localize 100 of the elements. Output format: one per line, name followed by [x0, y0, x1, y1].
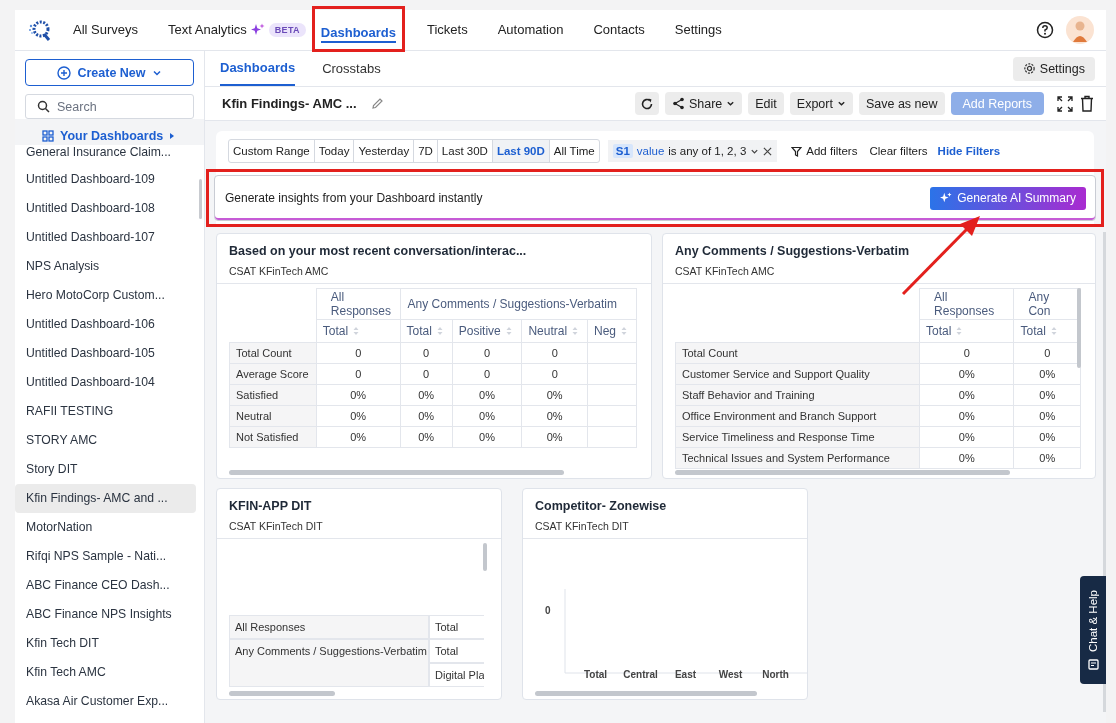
- sub-tab[interactable]: Crosstabs: [322, 51, 381, 86]
- report-subtitle: CSAT KFinTech DIT: [229, 520, 324, 532]
- save-as-new-button[interactable]: Save as new: [858, 92, 945, 115]
- scrollbar[interactable]: [535, 691, 757, 696]
- sort-icon[interactable]: [956, 326, 963, 336]
- share-button[interactable]: Share: [664, 92, 743, 115]
- column-header[interactable]: Positive: [452, 319, 522, 343]
- dashboard-item[interactable]: ABC Finance NPS Insights: [15, 600, 196, 629]
- dashboard-item[interactable]: Untitled Dashboard-104: [15, 368, 196, 397]
- table-cell: Total: [429, 639, 484, 663]
- chat-help-tab[interactable]: Chat & Help: [1080, 576, 1106, 684]
- filter-field: value: [636, 145, 665, 157]
- sort-icon[interactable]: [436, 326, 443, 336]
- sort-icon[interactable]: [621, 326, 628, 336]
- scrollbar[interactable]: [675, 470, 1010, 475]
- nav-tab[interactable]: All Surveys: [73, 10, 139, 50]
- table-cell: 0%: [919, 384, 1014, 406]
- dashboard-item[interactable]: Untitled Dashboard-108: [15, 194, 196, 223]
- generate-ai-summary-button[interactable]: Generate AI Summary: [930, 186, 1086, 210]
- create-new-button[interactable]: Create New: [25, 59, 194, 86]
- report-subtitle: CSAT KFinTech AMC: [675, 265, 776, 277]
- row-label: Office Environment and Branch Support: [675, 405, 920, 427]
- scrollbar[interactable]: [199, 179, 202, 219]
- date-range-option[interactable]: Today: [313, 140, 354, 162]
- beta-badge: BETA: [268, 23, 306, 37]
- dashboard-item[interactable]: NPS Analysis: [15, 252, 196, 281]
- dashboard-item[interactable]: Akasa Air Customer Exp...: [15, 687, 196, 716]
- nav-tab[interactable]: Text Analytics: [168, 10, 247, 50]
- sub-tab[interactable]: Dashboards: [220, 51, 296, 86]
- scrollbar[interactable]: [483, 543, 487, 571]
- share-icon: [671, 97, 685, 110]
- row-label: Average Score: [229, 363, 317, 385]
- column-header[interactable]: Total: [919, 319, 1014, 343]
- dashboard-item[interactable]: Rifqi NPS Sample - Nati...: [15, 542, 196, 571]
- nav-tab[interactable]: Automation: [497, 10, 564, 50]
- nav-tab[interactable]: Contacts: [593, 10, 645, 50]
- column-header[interactable]: Total: [316, 319, 401, 343]
- scrollbar[interactable]: [229, 470, 564, 475]
- sparkle-icon: [940, 192, 953, 204]
- filter-chip[interactable]: S1 value is any of 1, 2, 3: [607, 140, 778, 162]
- chat-icon: [1087, 658, 1099, 670]
- row-label: Total Count: [229, 342, 317, 364]
- date-range-option[interactable]: All Time: [548, 140, 599, 162]
- table-cell: [587, 426, 637, 448]
- dashboard-item[interactable]: Story DIT: [15, 455, 196, 484]
- dashboard-item[interactable]: STORY AMC: [15, 426, 196, 455]
- scrollbar[interactable]: [229, 691, 335, 696]
- sort-icon[interactable]: [1050, 326, 1057, 336]
- table-cell: 0%: [521, 384, 588, 406]
- column-header[interactable]: Neg: [587, 319, 637, 343]
- dashboard-item[interactable]: MotorNation: [15, 513, 196, 542]
- trash-icon[interactable]: [1080, 95, 1094, 112]
- export-button[interactable]: Export: [789, 92, 853, 115]
- clear-filters-button[interactable]: Clear filters: [869, 145, 928, 157]
- sort-icon[interactable]: [353, 326, 360, 336]
- dashboard-item[interactable]: Kfin Tech AMC: [15, 658, 196, 687]
- close-icon[interactable]: [763, 146, 773, 156]
- table-cell: 0%: [316, 426, 401, 448]
- date-range-option[interactable]: Custom Range: [229, 140, 314, 162]
- filter-condition: is any of 1, 2, 3: [668, 145, 747, 157]
- table-cell: 0%: [316, 405, 401, 427]
- expand-icon[interactable]: [1056, 94, 1074, 113]
- report-subtitle: CSAT KFinTech AMC: [229, 265, 330, 277]
- table-cell: 0: [400, 363, 453, 385]
- nav-tab[interactable]: Dashboards: [320, 15, 396, 43]
- dashboard-item[interactable]: ABC Finance CEO Dash...: [15, 571, 196, 600]
- dashboard-item[interactable]: Untitled Dashboard-109: [15, 165, 196, 194]
- date-range-option[interactable]: Last 90D: [491, 140, 549, 162]
- date-range-option[interactable]: 7D: [413, 140, 437, 162]
- avatar[interactable]: [1066, 16, 1094, 44]
- column-header[interactable]: Total: [400, 319, 453, 343]
- dashboard-item[interactable]: RAFII TESTING: [15, 397, 196, 426]
- dashboard-item[interactable]: Kfin Findings- AMC and ...: [15, 484, 196, 513]
- sort-icon[interactable]: [505, 326, 512, 336]
- date-range-option[interactable]: Yesterday: [353, 140, 414, 162]
- edit-button[interactable]: Edit: [748, 92, 784, 115]
- hide-filters-button[interactable]: Hide Filters: [937, 145, 1001, 157]
- column-header[interactable]: Neutral: [521, 319, 588, 343]
- refresh-button[interactable]: [634, 92, 659, 115]
- table-cell: [587, 384, 637, 406]
- table-cell: 0%: [400, 405, 453, 427]
- add-filters-button[interactable]: Add filters: [791, 145, 858, 157]
- dashboard-item[interactable]: Kfin Tech DIT: [15, 629, 196, 658]
- dashboard-item[interactable]: Untitled Dashboard-106: [15, 310, 196, 339]
- dashboard-item[interactable]: Hero MotoCorp Custom...: [15, 281, 196, 310]
- report-subtitle: CSAT KFinTech DIT: [535, 520, 630, 532]
- dashboard-item[interactable]: Untitled Dashboard-105: [15, 339, 196, 368]
- help-icon[interactable]: [1036, 21, 1054, 39]
- pencil-icon[interactable]: [370, 97, 384, 110]
- nav-tab[interactable]: Settings: [674, 10, 722, 50]
- scrollbar[interactable]: [1077, 288, 1081, 368]
- search-field[interactable]: Search: [25, 94, 194, 119]
- dashboard-item[interactable]: General Insurance Claim...: [15, 145, 196, 165]
- nav-tab[interactable]: Tickets: [427, 10, 468, 50]
- sort-icon[interactable]: [572, 326, 579, 336]
- row-label: Service Timeliness and Response Time: [675, 426, 920, 448]
- date-range-option[interactable]: Last 30D: [436, 140, 492, 162]
- table-cell: 0%: [1013, 447, 1081, 469]
- dashboard-item[interactable]: Untitled Dashboard-107: [15, 223, 196, 252]
- settings-button[interactable]: Settings: [1012, 56, 1095, 81]
